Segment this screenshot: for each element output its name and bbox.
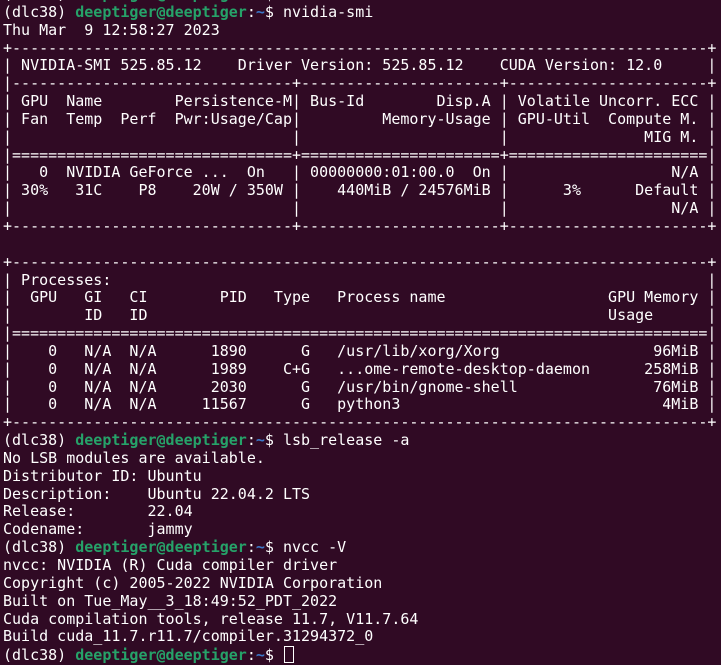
output-line: +---------------------------------------…: [3, 38, 717, 57]
output-line: Built on Tue_May__3_18:49:52_PDT_2022: [3, 591, 338, 610]
command-text: nvidia-smi: [282, 2, 374, 21]
command-text: nvcc -V: [282, 538, 347, 557]
output-line: Thu Mar 9 12:58:27 2023: [3, 20, 220, 39]
prompt-separator: :: [246, 538, 256, 557]
output-line: Release: 22.04: [3, 502, 193, 521]
output-line: Distributor ID: Ubuntu: [3, 466, 202, 485]
output-line: | 0 N/A N/A 1890 G /usr/lib/xorg/Xorg 96…: [3, 341, 717, 360]
prompt-env: (dlc38): [3, 538, 76, 557]
prompt-line: (dlc38) deeptiger@deeptiger:~$: [3, 646, 716, 664]
output-line: |=======================================…: [3, 324, 717, 343]
output-line: Copyright (c) 2005-2022 NVIDIA Corporati…: [3, 573, 383, 592]
prompt-user-host: deeptiger@deeptiger: [75, 538, 247, 557]
output-line: | | | MIG M. |: [3, 127, 717, 146]
output-line: +---------------------------------------…: [3, 252, 717, 271]
terminal-cursor: [283, 646, 294, 664]
prompt-symbol: $: [264, 2, 283, 21]
output-line: Codename: jammy: [3, 520, 193, 539]
output-line: | GPU GI CI PID Type Process name GPU Me…: [3, 288, 717, 307]
output-line: | 0 N/A N/A 1989 C+G ...ome-remote-deskt…: [3, 359, 717, 378]
prompt-line: (dlc38) deeptiger@deeptiger:~$ nvidia-sm…: [3, 2, 716, 22]
prompt-path: ~: [255, 431, 265, 450]
output-line: | GPU Name Persistence-M| Bus-Id Disp.A …: [3, 92, 717, 111]
output-line: | 0 N/A N/A 11567 G python3 4MiB |: [3, 395, 717, 414]
prompt-separator: :: [246, 431, 256, 450]
prompt-path: ~: [255, 2, 265, 21]
prompt-symbol: $: [264, 538, 283, 557]
prompt-separator: :: [246, 646, 256, 665]
output-line: | Fan Temp Perf Pwr:Usage/Cap| Memory-Us…: [3, 109, 717, 128]
prompt-symbol: $: [264, 646, 283, 665]
prompt-line: (dlc38) deeptiger@deeptiger:~$ nvcc -V: [3, 538, 716, 557]
terminal-output[interactable]: (dlc38) deeptiger@deeptiger:~$ (dlc38) d…: [3, 0, 716, 664]
output-line: nvcc: NVIDIA (R) Cuda compiler driver: [3, 556, 338, 574]
output-line: +-------------------------------+-------…: [3, 216, 717, 235]
output-line: | Processes: |: [3, 270, 717, 289]
output-line: +---------------------------------------…: [3, 413, 717, 432]
prompt-user-host: deeptiger@deeptiger: [75, 2, 247, 21]
prompt-symbol: $: [264, 431, 283, 450]
output-line: Build cuda_11.7.r11.7/compiler.31294372_…: [3, 627, 374, 646]
output-line: | ID ID Usage |: [3, 306, 717, 325]
command-text: lsb_release -a: [282, 431, 410, 450]
output-line: |-------------------------------+-------…: [3, 74, 717, 93]
output-line: | 30% 31C P8 20W / 350W | 440MiB / 24576…: [3, 181, 717, 200]
output-line: |===============================+=======…: [3, 145, 717, 164]
prompt-line: (dlc38) deeptiger@deeptiger:~$ lsb_relea…: [3, 431, 716, 450]
prompt-env: (dlc38): [3, 2, 76, 21]
output-line: Description: Ubuntu 22.04.2 LTS: [3, 484, 311, 503]
prompt-path: ~: [255, 538, 265, 557]
prompt-env: (dlc38): [3, 431, 76, 450]
output-line: | | | N/A |: [3, 199, 717, 218]
output-line: | 0 NVIDIA GeForce ... On | 00000000:01:…: [3, 163, 717, 182]
output-line: No LSB modules are available.: [3, 448, 265, 467]
prompt-path: ~: [255, 646, 265, 665]
output-line: | 0 N/A N/A 2030 G /usr/bin/gnome-shell …: [3, 377, 717, 396]
output-line: Cuda compilation tools, release 11.7, V1…: [3, 609, 419, 628]
prompt-separator: :: [246, 2, 256, 21]
output-line: | NVIDIA-SMI 525.85.12 Driver Version: 5…: [3, 56, 717, 75]
prompt-user-host: deeptiger@deeptiger: [75, 431, 247, 450]
prompt-env: (dlc38): [3, 646, 76, 665]
prompt-user-host: deeptiger@deeptiger: [75, 646, 247, 665]
